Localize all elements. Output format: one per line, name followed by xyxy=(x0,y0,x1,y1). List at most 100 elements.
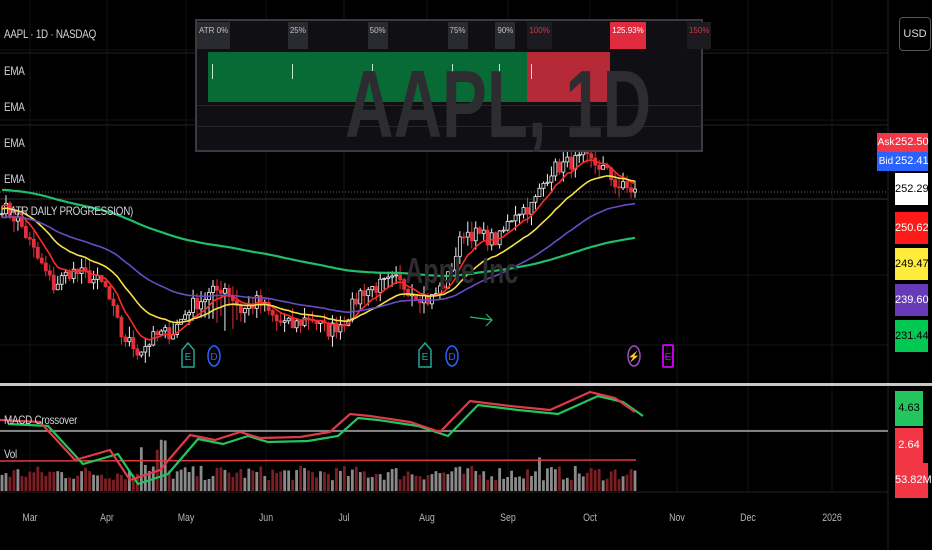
volume-bar xyxy=(255,471,259,491)
volume-bar xyxy=(546,468,549,491)
candle-body xyxy=(107,286,112,300)
volume-bar xyxy=(621,476,625,491)
ema-legend-3[interactable]: EMA xyxy=(4,136,25,150)
volume-bar xyxy=(462,473,466,491)
atr-level-label: ATR 0% xyxy=(197,22,231,49)
volume-bar xyxy=(143,465,147,491)
candle-body xyxy=(187,312,192,316)
candle-body xyxy=(394,274,399,277)
volume-bar xyxy=(514,477,517,491)
candle-body xyxy=(382,278,387,280)
volume-bar xyxy=(28,471,32,491)
volume-bar xyxy=(76,475,80,491)
volume-bar xyxy=(247,468,251,491)
volume-bar xyxy=(211,475,215,491)
volume-bar xyxy=(36,466,40,491)
price-label: 239.60 xyxy=(895,284,929,316)
volume-legend[interactable]: Vol xyxy=(4,447,17,461)
volume-bar xyxy=(446,474,450,491)
candle-body xyxy=(617,186,621,189)
volume-bar xyxy=(88,471,91,491)
volume-bar xyxy=(100,474,103,491)
candle-body xyxy=(362,290,367,297)
candle-body xyxy=(541,182,546,189)
atr-tick xyxy=(499,64,501,79)
volume-bar xyxy=(597,468,601,491)
volume-bar xyxy=(522,478,525,491)
volume-bar xyxy=(406,471,410,491)
volume-bar xyxy=(430,474,434,491)
bid-price-label: 252.41 xyxy=(895,152,929,171)
candle-body xyxy=(509,220,514,223)
candle-body xyxy=(163,327,168,332)
candle-body xyxy=(473,227,478,242)
volume-bar xyxy=(327,474,330,491)
volume-bar xyxy=(530,475,533,491)
ema-legend-1[interactable]: EMA xyxy=(4,64,25,78)
candle-body xyxy=(545,181,550,184)
candle-body xyxy=(183,314,188,320)
volume-bar xyxy=(120,474,123,491)
candle-body xyxy=(286,317,291,322)
volume-bar xyxy=(362,471,366,491)
volume-bar xyxy=(398,479,402,491)
candle-body xyxy=(91,278,96,284)
volume-bar xyxy=(617,479,621,491)
volume-bar xyxy=(561,479,565,491)
volume-bar xyxy=(20,476,24,491)
volume-bar xyxy=(60,472,64,491)
volume-bar xyxy=(311,472,314,491)
volume-bar xyxy=(68,477,72,491)
volume-bar xyxy=(179,469,183,491)
candle-body xyxy=(553,161,558,177)
volume-bar xyxy=(482,471,486,491)
ask-tag: Ask xyxy=(877,133,895,152)
candle-body xyxy=(533,196,538,203)
volume-bar xyxy=(466,468,470,491)
currency-button[interactable]: USD xyxy=(899,17,931,51)
candle-body xyxy=(139,351,144,356)
volume-bar xyxy=(422,479,426,491)
volume-bar xyxy=(335,467,338,491)
atr-progression-legend[interactable]: ATR DAILY PROGRESSION) xyxy=(10,204,133,218)
candle-body xyxy=(601,164,606,170)
indicator-value-label: 2.64 xyxy=(895,428,923,463)
candle-body xyxy=(67,271,72,279)
macd-legend[interactable]: MACD Crossover xyxy=(4,413,77,427)
volume-bar xyxy=(171,478,175,491)
volume-bar xyxy=(243,477,247,491)
candle-body xyxy=(63,271,68,277)
pane-separator xyxy=(0,383,932,386)
volume-bar xyxy=(4,473,8,491)
ema-legend-2[interactable]: EMA xyxy=(4,100,25,114)
candle-body xyxy=(549,175,554,183)
volume-bar xyxy=(259,466,263,491)
volume-bar xyxy=(319,471,322,491)
volume-bar xyxy=(207,478,211,491)
ask-price-label: 252.50 xyxy=(895,133,929,152)
volume-bar xyxy=(56,471,60,491)
time-axis-label: Dec xyxy=(740,512,756,524)
candle-body xyxy=(565,156,570,163)
volume-bar xyxy=(183,467,187,491)
volume-bar xyxy=(609,471,613,491)
ema-legend-4[interactable]: EMA xyxy=(4,172,25,186)
volume-bar xyxy=(12,470,16,491)
candle-body xyxy=(123,336,128,343)
event-marker-letter: E xyxy=(185,352,192,363)
candle-body xyxy=(334,322,339,333)
candle-body xyxy=(111,298,116,307)
candle-body xyxy=(422,295,426,304)
time-axis-label: Mar xyxy=(22,512,38,524)
candle-body xyxy=(282,320,287,323)
indicator-value-label: 4.63 xyxy=(895,391,923,426)
volume-bar xyxy=(549,467,553,491)
volume-bar xyxy=(593,470,597,491)
candle-body xyxy=(51,274,56,291)
symbol-legend[interactable]: AAPL · 1D · NASDAQ xyxy=(4,27,96,41)
candle-body xyxy=(238,305,243,314)
volume-bar xyxy=(187,471,191,491)
volume-bar xyxy=(275,472,279,491)
volume-bar xyxy=(108,478,111,491)
candle-body xyxy=(155,331,160,336)
